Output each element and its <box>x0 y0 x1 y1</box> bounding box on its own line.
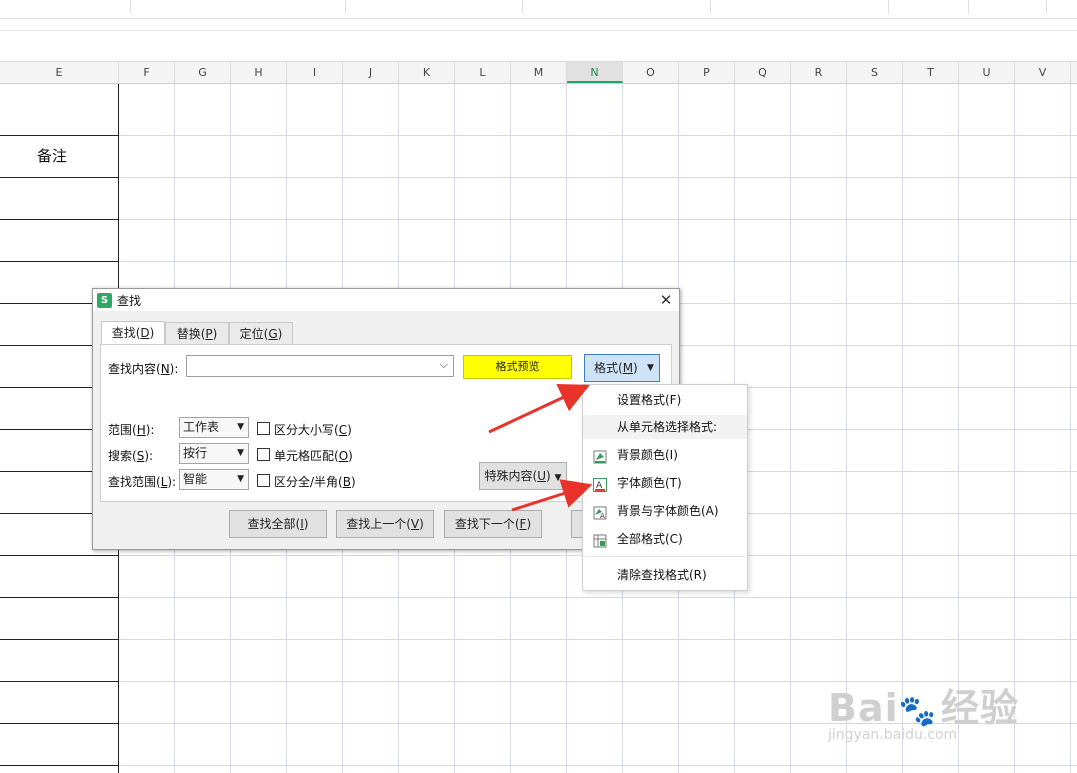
arrow-to-format-button <box>488 384 590 434</box>
watermark-logo: Bai🐾 经验 <box>828 686 1020 730</box>
baidu-watermark: Bai🐾 经验 jingyan.baidu.com <box>828 655 1048 747</box>
watermark-url: jingyan.baidu.com <box>828 727 958 743</box>
arrow-to-font-color <box>511 479 593 512</box>
